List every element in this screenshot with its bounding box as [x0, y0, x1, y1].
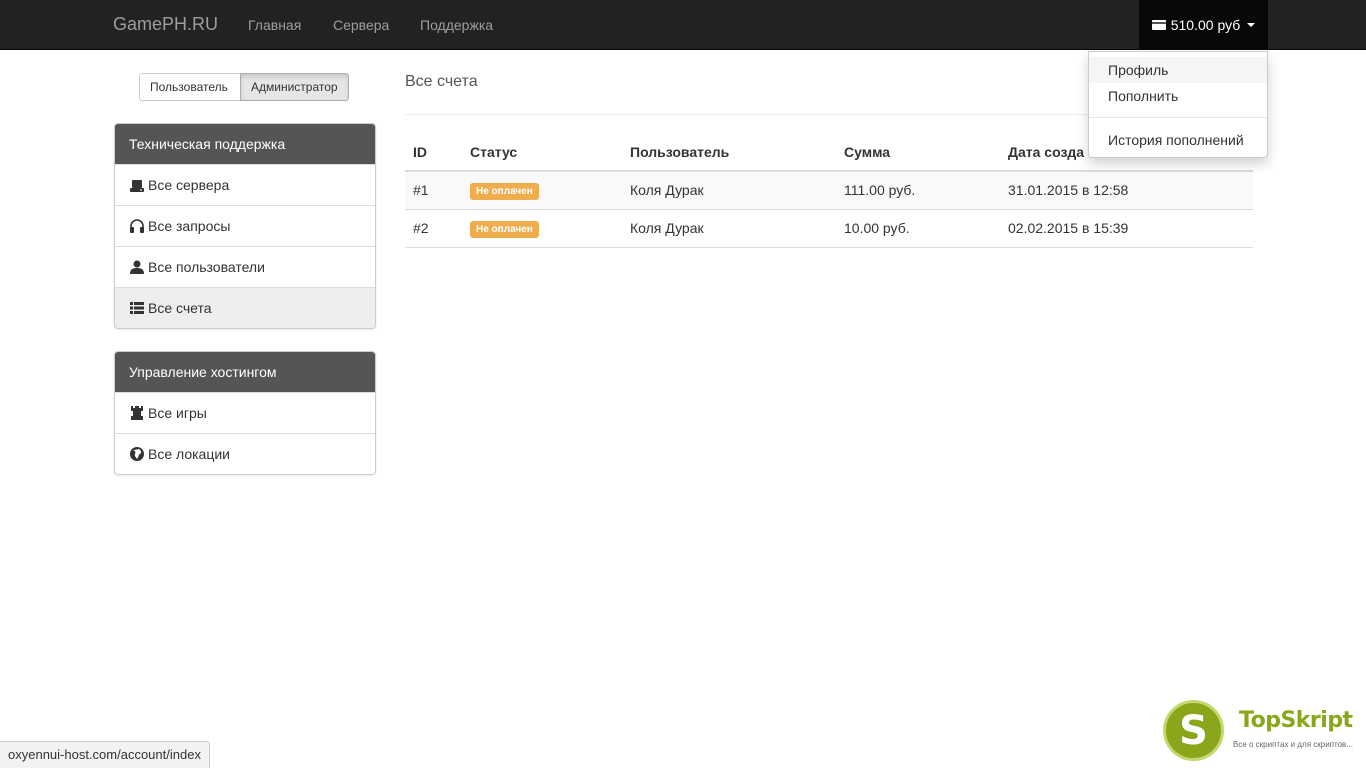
headphones-icon	[130, 219, 144, 233]
invoice-date: 02.02.2015 в 15:39	[1000, 209, 1253, 248]
dropdown-item-profile[interactable]: Профиль	[1089, 57, 1267, 83]
sidebar-item-all-users[interactable]: Все пользователи	[115, 246, 375, 287]
sidebar-item-all-locations[interactable]: Все локации	[115, 433, 375, 474]
user-role-button[interactable]: Пользователь	[139, 73, 241, 101]
caret-down-icon	[1247, 23, 1256, 27]
page-title: Все счета	[405, 73, 478, 90]
sidebar-item-all-invoices[interactable]: Все счета	[115, 287, 375, 328]
watermark-subtitle: Все о скриптах и для скриптов...	[1233, 740, 1353, 749]
column-header-amount: Сумма	[836, 134, 1000, 172]
column-header-user: Пользователь	[622, 134, 836, 172]
role-toggle: Пользователь Администратор	[139, 73, 349, 101]
support-panel-title: Техническая поддержка	[115, 124, 375, 164]
invoice-status-cell: Не оплачен	[462, 209, 622, 248]
nav-link-servers[interactable]: Сервера	[333, 17, 389, 33]
sidebar-item-all-games[interactable]: Все игры	[115, 392, 375, 433]
top-navbar: GamePH.RU Главная Сервера Поддержка 510.…	[0, 0, 1366, 50]
credit-card-icon	[1151, 20, 1166, 30]
hosting-panel-title: Управление хостингом	[115, 352, 375, 392]
globe-icon	[130, 447, 144, 461]
dropdown-divider	[1089, 117, 1267, 118]
invoice-user: Коля Дурак	[622, 171, 836, 210]
sidebar-item-label: Все локации	[148, 446, 231, 462]
column-header-id: ID	[405, 134, 462, 172]
support-panel: Техническая поддержка Все сервера Все за…	[114, 123, 376, 329]
watermark-logo: S	[1163, 700, 1224, 761]
dropdown-item-topup-history[interactable]: История пополнений	[1089, 127, 1267, 153]
dropdown-item-topup[interactable]: Пополнить	[1089, 83, 1267, 109]
invoice-user: Коля Дурак	[622, 209, 836, 248]
admin-role-button[interactable]: Администратор	[240, 73, 349, 101]
invoice-date: 31.01.2015 в 12:58	[1000, 171, 1253, 210]
list-icon	[130, 301, 144, 315]
invoice-id: #2	[405, 209, 462, 248]
watermark-title: TopSkript	[1239, 708, 1353, 733]
user-icon	[130, 260, 144, 274]
tower-icon	[130, 406, 144, 420]
column-header-status: Статус	[462, 134, 622, 172]
status-badge: Не оплачен	[470, 182, 539, 200]
sidebar-item-all-requests[interactable]: Все запросы	[115, 205, 375, 246]
sidebar-item-label: Все игры	[148, 405, 207, 421]
sidebar-item-label: Все пользователи	[148, 259, 265, 275]
hdd-icon	[130, 178, 144, 192]
hosting-panel: Управление хостингом Все игры Все локаци…	[114, 351, 376, 475]
balance-dropdown-toggle[interactable]: 510.00 руб	[1139, 0, 1268, 50]
sidebar-item-label: Все счета	[148, 300, 212, 316]
invoice-id: #1	[405, 171, 462, 210]
topskript-watermark: S TopSkript Все о скриптах и для скрипто…	[1163, 700, 1363, 764]
brand-link[interactable]: GamePH.RU	[113, 14, 218, 35]
browser-status-bar: oxyennui-host.com/account/index	[0, 741, 210, 768]
status-badge: Не оплачен	[470, 220, 539, 238]
nav-link-home[interactable]: Главная	[248, 17, 301, 33]
table-row: #2 Не оплачен Коля Дурак 10.00 руб. 02.0…	[405, 209, 1253, 248]
balance-amount: 510.00 руб	[1170, 17, 1241, 33]
account-dropdown-menu: Профиль Пополнить История пополнений	[1088, 51, 1268, 158]
nav-link-support[interactable]: Поддержка	[420, 17, 493, 33]
sidebar-item-label: Все сервера	[148, 177, 230, 193]
sidebar-item-label: Все запросы	[148, 218, 231, 234]
invoice-amount: 10.00 руб.	[836, 209, 1000, 248]
invoice-status-cell: Не оплачен	[462, 171, 622, 210]
table-row: #1 Не оплачен Коля Дурак 111.00 руб. 31.…	[405, 171, 1253, 210]
invoice-amount: 111.00 руб.	[836, 171, 1000, 210]
sidebar-item-all-servers[interactable]: Все сервера	[115, 164, 375, 205]
